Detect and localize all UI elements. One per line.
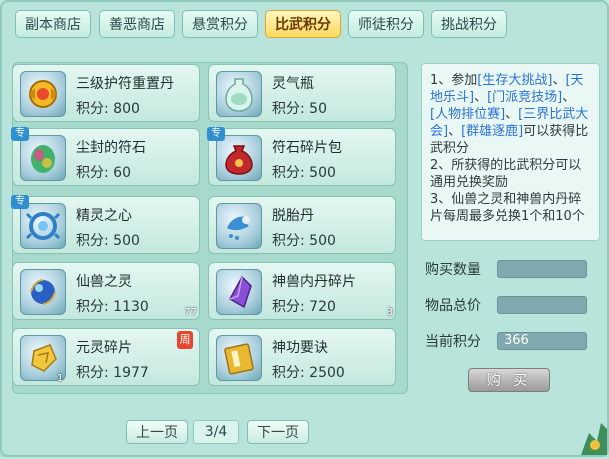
item-score: 积分: 60 — [76, 165, 131, 181]
prev-page-button[interactable]: 上一页 — [126, 420, 188, 444]
shop-panel: 副本商店 善恶商店 悬赏积分 比武积分 师徒积分 挑战积分 三级护符重置丹 积分… — [0, 0, 609, 457]
item-card[interactable]: 专 尘封的符石 积分: 60 — [11, 127, 200, 186]
rule-1-text: 1、参加 — [430, 73, 478, 88]
buy-button[interactable]: 购 买 — [468, 368, 550, 392]
current-points-field: 366 — [497, 332, 587, 350]
item-score: 积分: 720 — [272, 299, 336, 315]
item-score: 积分: 800 — [76, 101, 140, 117]
golden-amulet-icon — [20, 71, 66, 117]
item-card[interactable]: 神功要诀 积分: 2500 — [208, 328, 396, 386]
quantity-label: 购买数量 — [425, 262, 481, 278]
link-ranking-match[interactable]: [人物排位赛] — [430, 107, 505, 122]
separator: 、 — [448, 124, 462, 139]
tab-mentor-points[interactable]: 师徒积分 — [348, 10, 424, 38]
tab-dungeon-shop[interactable]: 副本商店 — [15, 10, 91, 38]
separator: 、 — [505, 107, 519, 122]
separator: 、 — [552, 73, 566, 88]
item-name: 神功要诀 — [272, 340, 328, 356]
exclusive-badge: 专 — [11, 127, 29, 141]
corner-ornament-icon — [571, 405, 607, 455]
page-indicator: 3/4 — [193, 420, 239, 444]
rune-fragment-bag-icon — [216, 135, 262, 181]
rebirth-pill-icon — [216, 203, 262, 249]
item-score: 积分: 50 — [272, 101, 327, 117]
tab-bounty-points[interactable]: 悬赏积分 — [182, 10, 258, 38]
item-quantity: 1 — [57, 373, 64, 384]
tab-karma-shop[interactable]: 善恶商店 — [99, 10, 175, 38]
item-score: 积分: 500 — [76, 233, 140, 249]
item-name: 尘封的符石 — [76, 140, 146, 156]
item-card[interactable]: 专 符石碎片包 积分: 500 — [207, 127, 396, 186]
tab-challenge-points[interactable]: 挑战积分 — [431, 10, 507, 38]
spirit-vase-icon — [216, 71, 262, 117]
item-card[interactable]: 1 周 元灵碎片 积分: 1977 — [12, 328, 200, 386]
item-name: 精灵之心 — [76, 208, 132, 224]
total-price-label: 物品总价 — [425, 298, 481, 314]
separator: 、 — [474, 90, 488, 105]
item-card[interactable]: 灵气瓶 积分: 50 — [208, 64, 396, 122]
item-score: 积分: 1977 — [76, 365, 149, 381]
item-name: 神兽内丹碎片 — [272, 274, 356, 290]
item-name: 三级护符重置丹 — [76, 76, 174, 92]
item-name: 元灵碎片 — [76, 340, 132, 356]
sealed-rune-stone-icon — [20, 135, 66, 181]
total-price-field — [497, 296, 587, 314]
current-points-label: 当前积分 — [425, 334, 481, 350]
weekly-limit-badge: 周 — [177, 331, 193, 349]
spirit-heart-icon — [20, 203, 66, 249]
separator: 、 — [562, 90, 576, 105]
item-name: 脱胎丹 — [272, 208, 314, 224]
rule-3-text: 3、仙兽之灵和神兽内丹碎片每周最多兑换1个和10个 — [430, 192, 585, 224]
rule-2-text: 2、所获得的比武积分可以通用兑换奖励 — [430, 158, 582, 190]
item-score: 积分: 1130 — [76, 299, 149, 315]
exclusive-badge: 专 — [11, 195, 29, 209]
tab-arena-points[interactable]: 比武积分 — [265, 10, 341, 38]
item-score: 积分: 500 — [272, 233, 336, 249]
item-score: 积分: 500 — [272, 165, 336, 181]
quantity-input[interactable] — [497, 260, 587, 278]
item-quantity: 77 — [184, 307, 197, 318]
rules-description: 1、参加[生存大挑战]、[天地乐斗]、[门派竞技场]、[人物排位赛]、[三界比武… — [421, 63, 600, 241]
item-score: 积分: 2500 — [272, 365, 345, 381]
item-name: 灵气瓶 — [272, 76, 314, 92]
item-card[interactable]: 77 仙兽之灵 积分: 1130 — [12, 262, 200, 320]
beast-spirit-orb-icon — [20, 269, 66, 315]
item-card[interactable]: 三级护符重置丹 积分: 800 — [12, 64, 200, 122]
item-name: 仙兽之灵 — [76, 274, 132, 290]
link-survival-challenge[interactable]: [生存大挑战] — [477, 73, 552, 88]
next-page-button[interactable]: 下一页 — [247, 420, 309, 444]
martial-manual-icon — [216, 335, 262, 381]
exclusive-badge: 专 — [207, 127, 225, 141]
beast-core-shard-icon — [216, 269, 262, 315]
link-sect-arena[interactable]: [门派竞技场] — [487, 90, 562, 105]
item-card[interactable]: 脱胎丹 积分: 500 — [208, 196, 396, 254]
item-quantity: 3 — [386, 307, 393, 318]
item-card[interactable]: 专 精灵之心 积分: 500 — [11, 195, 200, 254]
item-card[interactable]: 3 神兽内丹碎片 积分: 720 — [208, 262, 396, 320]
link-heroes-contest[interactable]: [群雄逐鹿] — [461, 124, 523, 139]
item-name: 符石碎片包 — [272, 140, 342, 156]
